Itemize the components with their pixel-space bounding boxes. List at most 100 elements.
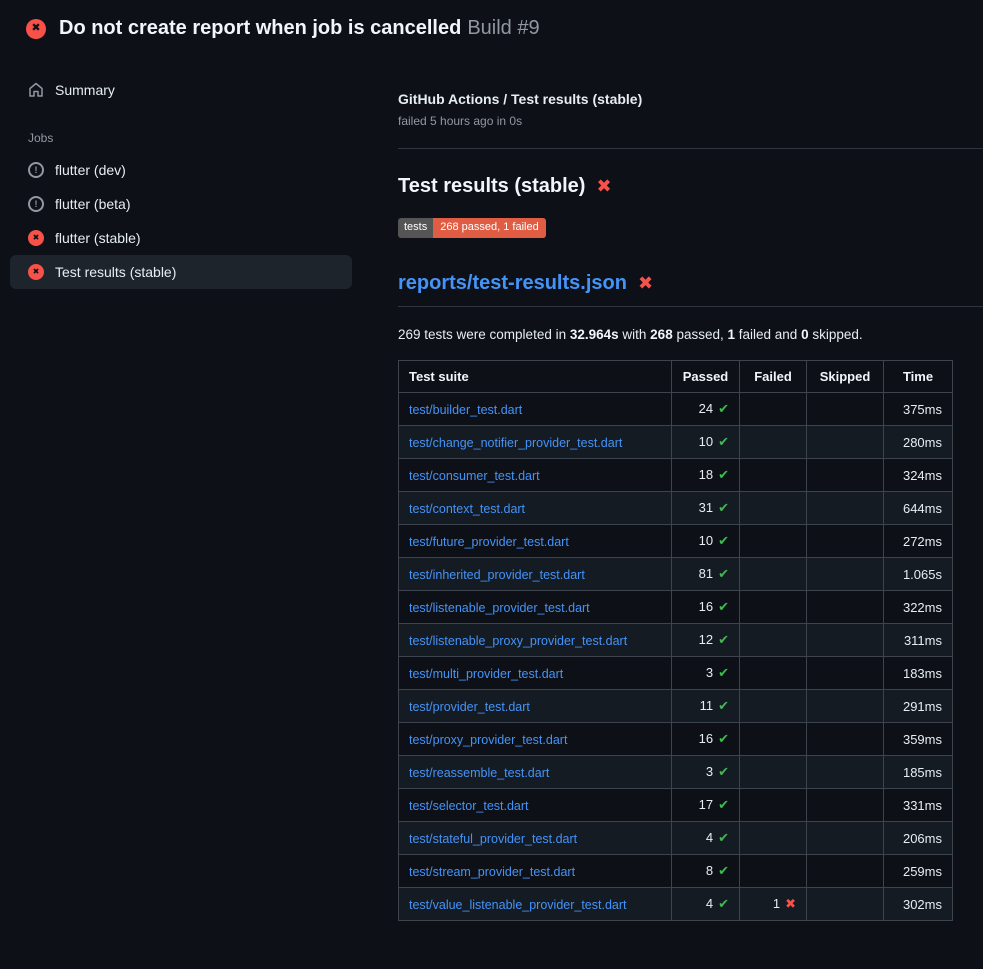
test-suite-link[interactable]: test/provider_test.dart (409, 700, 530, 714)
test-suite-link[interactable]: test/proxy_provider_test.dart (409, 733, 567, 747)
skipped-cell (807, 492, 884, 525)
test-suite-link[interactable]: test/selector_test.dart (409, 799, 529, 813)
sidebar-item-flutter-beta[interactable]: !flutter (beta) (10, 187, 352, 221)
failed-cell (740, 492, 807, 525)
column-header: Passed (672, 361, 740, 393)
run-failed-icon: ✖ (26, 19, 46, 39)
passed-cell: 3✔ (672, 657, 740, 690)
suite-cell: test/inherited_provider_test.dart (399, 558, 672, 591)
report-link[interactable]: reports/test-results.json (398, 272, 627, 295)
jobs-section-label: Jobs (28, 131, 352, 145)
time-cell: 331ms (884, 789, 953, 822)
suite-cell: test/selector_test.dart (399, 789, 672, 822)
divider (398, 148, 983, 149)
results-table-body: test/builder_test.dart24✔375mstest/chang… (399, 393, 953, 921)
table-row: test/context_test.dart 31✔ 644ms (399, 492, 953, 525)
column-header: Failed (740, 361, 807, 393)
test-suite-link[interactable]: test/listenable_proxy_provider_test.dart (409, 634, 627, 648)
test-suite-link[interactable]: test/context_test.dart (409, 502, 525, 516)
test-suite-link[interactable]: test/future_provider_test.dart (409, 535, 569, 549)
run-header: ✖ Do not create report when job is cance… (0, 0, 983, 55)
test-suite-link[interactable]: test/consumer_test.dart (409, 469, 540, 483)
time-cell: 359ms (884, 723, 953, 756)
suite-cell: test/multi_provider_test.dart (399, 657, 672, 690)
failed-cell (740, 558, 807, 591)
check-icon: ✔ (718, 632, 729, 647)
time-cell: 324ms (884, 459, 953, 492)
suite-cell: test/proxy_provider_test.dart (399, 723, 672, 756)
passed-cell: 12✔ (672, 624, 740, 657)
skipped-cell (807, 789, 884, 822)
column-header: Skipped (807, 361, 884, 393)
skipped-cell (807, 822, 884, 855)
time-cell: 206ms (884, 822, 953, 855)
skipped-cell (807, 393, 884, 426)
sidebar-item-test-results-stable[interactable]: ✖Test results (stable) (10, 255, 352, 289)
home-icon (28, 82, 44, 98)
time-cell: 183ms (884, 657, 953, 690)
badge-value: 268 passed, 1 failed (433, 218, 545, 238)
sidebar-item-summary[interactable]: Summary (10, 73, 352, 107)
passed-cell: 4✔ (672, 888, 740, 921)
results-table: Test suitePassedFailedSkippedTime test/b… (398, 360, 953, 921)
test-suite-link[interactable]: test/multi_provider_test.dart (409, 667, 563, 681)
check-icon: ✔ (718, 533, 729, 548)
table-row: test/listenable_provider_test.dart16✔322… (399, 591, 953, 624)
skipped-cell (807, 690, 884, 723)
table-row: test/builder_test.dart24✔375ms (399, 393, 953, 426)
time-cell: 1.065s (884, 558, 953, 591)
sidebar-item-label: flutter (stable) (55, 230, 141, 246)
check-icon: ✔ (718, 500, 729, 515)
table-row: test/selector_test.dart 17✔ 331ms (399, 789, 953, 822)
suite-cell: test/listenable_proxy_provider_test.dart (399, 624, 672, 657)
failed-cell (740, 657, 807, 690)
time-cell: 259ms (884, 855, 953, 888)
table-header-row: Test suitePassedFailedSkippedTime (399, 361, 953, 393)
failed-cell: 1✖ (740, 888, 807, 921)
run-title-text: Do not create report when job is cancell… (59, 17, 461, 39)
check-icon: ✔ (718, 896, 729, 911)
cancelled-icon: ! (28, 196, 44, 212)
skipped-cell (807, 723, 884, 756)
build-number: Build #9 (467, 17, 539, 39)
test-suite-link[interactable]: test/value_listenable_provider_test.dart (409, 898, 627, 912)
failed-cell (740, 756, 807, 789)
suite-cell: test/value_listenable_provider_test.dart (399, 888, 672, 921)
page-title: Do not create report when job is cancell… (59, 17, 540, 40)
passed-cell: 10✔ (672, 525, 740, 558)
column-header: Time (884, 361, 953, 393)
test-suite-link[interactable]: test/stream_provider_test.dart (409, 865, 575, 879)
skipped-cell (807, 591, 884, 624)
test-suite-link[interactable]: test/reassemble_test.dart (409, 766, 549, 780)
failed-cell (740, 393, 807, 426)
test-suite-link[interactable]: test/change_notifier_provider_test.dart (409, 436, 622, 450)
failed-cell (740, 624, 807, 657)
failed-cell (740, 855, 807, 888)
test-suite-link[interactable]: test/listenable_provider_test.dart (409, 601, 590, 615)
sidebar-item-flutter-stable[interactable]: ✖flutter (stable) (10, 221, 352, 255)
check-icon: ✔ (718, 830, 729, 845)
test-suite-link[interactable]: test/inherited_provider_test.dart (409, 568, 585, 582)
check-icon: ✔ (718, 665, 729, 680)
passed-cell: 17✔ (672, 789, 740, 822)
time-cell: 302ms (884, 888, 953, 921)
test-suite-link[interactable]: test/stateful_provider_test.dart (409, 832, 577, 846)
column-header: Test suite (399, 361, 672, 393)
failed-x-icon: ✖ (596, 176, 611, 197)
badge-label: tests (398, 218, 433, 238)
table-row: test/reassemble_test.dart3✔185ms (399, 756, 953, 789)
passed-cell: 24✔ (672, 393, 740, 426)
time-cell: 272ms (884, 525, 953, 558)
passed-cell: 8✔ (672, 855, 740, 888)
check-icon: ✔ (718, 797, 729, 812)
sidebar-item-label: Summary (55, 82, 115, 98)
test-suite-link[interactable]: test/builder_test.dart (409, 403, 522, 417)
sidebar-item-flutter-dev[interactable]: !flutter (dev) (10, 153, 352, 187)
suite-cell: test/consumer_test.dart (399, 459, 672, 492)
passed-cell: 31✔ (672, 492, 740, 525)
time-cell: 322ms (884, 591, 953, 624)
time-cell: 311ms (884, 624, 953, 657)
run-status-text: failed 5 hours ago in 0s (398, 114, 983, 128)
suite-cell: test/change_notifier_provider_test.dart (399, 426, 672, 459)
time-cell: 644ms (884, 492, 953, 525)
